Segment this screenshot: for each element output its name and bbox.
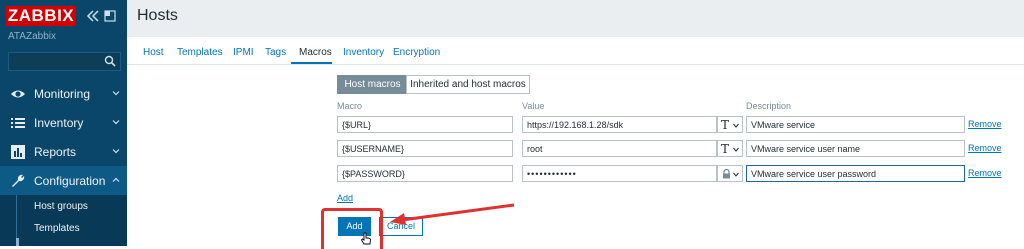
menu-label: Inventory: [34, 116, 84, 130]
remove-macro-link[interactable]: Remove: [968, 119, 1002, 129]
server-name: ATAZabbix: [8, 31, 56, 42]
remove-macro-link[interactable]: Remove: [968, 168, 1002, 178]
subtab-inherited-macros[interactable]: Inherited and host macros: [406, 75, 530, 94]
menu-item-reports[interactable]: Reports: [0, 137, 127, 166]
menu-label: Reports: [34, 145, 77, 159]
tab-encryption[interactable]: Encryption: [393, 47, 440, 58]
chevron-down-icon: [112, 149, 120, 154]
submenu-active-indicator: [16, 238, 19, 246]
tab-macros[interactable]: Macros: [299, 47, 332, 58]
annotation-highlight-box: [321, 208, 383, 249]
configuration-submenu: Host groups Templates: [0, 195, 127, 246]
chevron-down-icon: [733, 123, 739, 128]
value-type-dropdown[interactable]: T: [717, 140, 743, 157]
tab-templates[interactable]: Templates: [177, 47, 223, 58]
annotation-arrow-icon: [390, 203, 515, 225]
zabbix-logo[interactable]: ZABBIX: [6, 6, 76, 26]
remove-macro-link[interactable]: Remove: [968, 143, 1002, 153]
subtab-host-macros[interactable]: Host macros: [337, 75, 408, 94]
macro-value-field[interactable]: https://192.168.1.28/sdk: [522, 116, 717, 133]
kiosk-mode-icon[interactable]: [104, 10, 116, 22]
column-header-value: Value: [522, 101, 545, 111]
sidebar-search-input[interactable]: [8, 52, 121, 71]
host-tabs: Host Templates IPMI Tags Macros Inventor…: [127, 40, 1024, 65]
macro-secret-value-field[interactable]: ••••••••••••: [522, 165, 717, 182]
macro-name-field[interactable]: {$USERNAME}: [337, 140, 513, 157]
menu-item-inventory[interactable]: Inventory: [0, 108, 127, 137]
collapse-sidebar-icon[interactable]: [86, 9, 100, 23]
chevron-down-icon: [112, 91, 120, 96]
submenu-item-host-groups[interactable]: Host groups: [34, 201, 88, 212]
macro-name-field[interactable]: {$URL}: [337, 116, 513, 133]
macro-description-field[interactable]: VMware service: [746, 116, 965, 133]
tab-host[interactable]: Host: [143, 47, 164, 58]
text-type-icon: T: [721, 118, 730, 132]
submenu-item-templates[interactable]: Templates: [34, 223, 80, 234]
chevron-up-icon: [112, 177, 120, 182]
lock-icon: [723, 169, 730, 179]
add-macro-link[interactable]: Add: [337, 193, 353, 203]
chevron-down-icon: [733, 147, 739, 152]
menu-label: Monitoring: [34, 87, 91, 101]
macro-name-field[interactable]: {$PASSWORD}: [337, 165, 513, 182]
macro-description-field[interactable]: VMware service user name: [746, 140, 965, 157]
bar-chart-icon: [11, 145, 25, 159]
active-tab-indicator: [291, 62, 332, 64]
menu-item-monitoring[interactable]: Monitoring: [0, 79, 127, 108]
eye-icon: [11, 90, 25, 98]
page-header: Hosts: [127, 0, 1024, 37]
value-type-dropdown[interactable]: [717, 165, 743, 182]
macro-value-field[interactable]: root: [522, 140, 717, 157]
page-title: Hosts: [137, 7, 178, 24]
column-header-description: Description: [746, 101, 792, 111]
column-header-macro: Macro: [337, 101, 363, 111]
tab-inventory[interactable]: Inventory: [343, 47, 384, 58]
search-icon[interactable]: [104, 55, 116, 67]
sidebar: ZABBIX ATAZabbix Monitoring Inventory Re…: [0, 0, 127, 246]
tab-tags[interactable]: Tags: [265, 47, 286, 58]
value-type-dropdown[interactable]: T: [717, 116, 743, 133]
macro-description-field[interactable]: VMware service user password: [746, 165, 965, 182]
chevron-down-icon: [112, 120, 120, 125]
menu-label: Configuration: [34, 174, 106, 188]
main-content: Hosts Host Templates IPMI Tags Macros In…: [127, 0, 1024, 249]
chevron-down-icon: [733, 172, 739, 177]
wrench-icon: [12, 174, 25, 187]
hand-cursor-icon: [360, 232, 371, 245]
menu-item-configuration[interactable]: Configuration: [0, 166, 127, 195]
text-type-icon: T: [721, 142, 730, 156]
tab-ipmi[interactable]: IPMI: [233, 47, 254, 58]
list-icon: [11, 118, 25, 128]
